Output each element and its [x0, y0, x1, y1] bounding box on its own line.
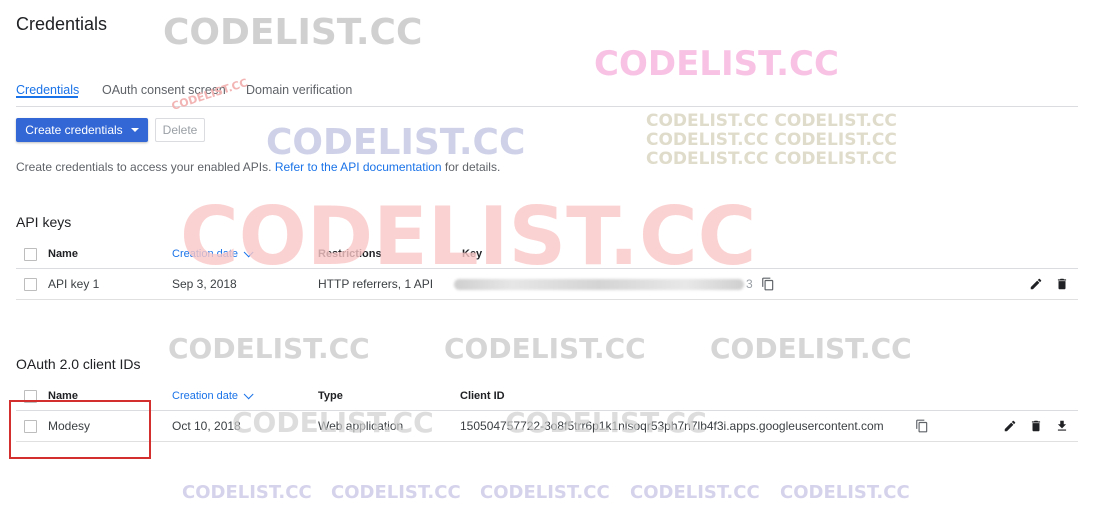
api-keys-header-row: Name Creation date Restrictions Key: [16, 240, 1078, 269]
column-header-client-id[interactable]: Client ID: [460, 382, 505, 410]
api-key-visible-fragment: 3: [746, 277, 753, 291]
tab-domain-verification[interactable]: Domain verification: [246, 83, 352, 97]
select-all-api-keys-checkbox[interactable]: [24, 247, 37, 261]
oauth-client-ids-table: Name Creation date Type Client ID Modesy…: [16, 382, 1078, 442]
watermark: CODELIST.CC: [444, 332, 646, 365]
watermark: CODELIST.CC: [594, 44, 839, 84]
copy-icon[interactable]: [760, 276, 776, 292]
api-keys-table: Name Creation date Restrictions Key API …: [16, 240, 1078, 300]
row-checkbox[interactable]: [24, 277, 37, 291]
help-prefix: Create credentials to access your enable…: [16, 160, 275, 174]
watermark: CODELIST.CC: [163, 12, 423, 53]
page-title: Credentials: [16, 14, 108, 34]
trash-icon[interactable]: [1054, 276, 1070, 292]
table-row: Modesy Oct 10, 2018 Web application 1505…: [16, 411, 1078, 442]
oauth-header-row: Name Creation date Type Client ID: [16, 382, 1078, 411]
oauth-client-id: 150504757722-3o8f5trr6p1k1nlsoqr53ph7n7l…: [460, 419, 884, 433]
watermark: CODELIST.CC: [266, 122, 526, 163]
watermark: CODELIST.CC: [331, 482, 461, 503]
table-row: API key 1 Sep 3, 2018 HTTP referrers, 1 …: [16, 269, 1078, 300]
watermark: CODELIST.CC CODELIST.CC: [646, 111, 897, 131]
api-keys-title: API keys: [16, 214, 72, 230]
column-header-restrictions[interactable]: Restrictions: [318, 240, 382, 268]
watermark: CODELIST.CC CODELIST.CC: [646, 149, 897, 169]
watermark: CODELIST.CC CODELIST.CC: [646, 130, 897, 150]
tab-credentials[interactable]: Credentials: [16, 83, 80, 98]
dropdown-caret-icon: [130, 128, 139, 132]
oauth-client-ids-title: OAuth 2.0 client IDs: [16, 356, 141, 372]
copy-icon[interactable]: [914, 418, 930, 434]
download-icon[interactable]: [1054, 418, 1070, 434]
column-header-key[interactable]: Key: [462, 240, 482, 268]
chevron-down-icon: [243, 246, 254, 257]
pencil-icon[interactable]: [1028, 276, 1044, 292]
watermark: CODELIST.CC: [780, 482, 910, 503]
api-key-restrictions: HTTP referrers, 1 API: [318, 277, 434, 291]
column-header-creation-date[interactable]: Creation date: [172, 240, 254, 268]
api-documentation-link[interactable]: Refer to the API documentation: [275, 160, 442, 174]
create-credentials-label: Create credentials: [25, 123, 123, 137]
pencil-icon[interactable]: [1002, 418, 1018, 434]
watermark: CODELIST.CC: [630, 482, 760, 503]
help-text: Create credentials to access your enable…: [16, 160, 500, 174]
api-key-creation-date: Sep 3, 2018: [172, 277, 237, 291]
tab-credentials-label: Credentials: [16, 83, 80, 97]
active-tab-indicator: [16, 96, 78, 98]
oauth-creation-date: Oct 10, 2018: [172, 419, 241, 433]
watermark: CODELIST.CC: [168, 332, 370, 365]
trash-icon[interactable]: [1028, 418, 1044, 434]
creation-date-label: Creation date: [172, 248, 239, 260]
redacted-key: [454, 278, 744, 290]
watermark: CODELIST.CC: [710, 332, 912, 365]
tab-oauth-consent-screen[interactable]: OAuth consent screen: [102, 83, 226, 97]
column-header-creation-date[interactable]: Creation date: [172, 382, 254, 410]
create-credentials-button[interactable]: Create credentials: [16, 118, 148, 142]
watermark: CODELIST.CC: [182, 482, 312, 503]
api-key-name[interactable]: API key 1: [48, 269, 99, 299]
oauth-type: Web application: [318, 419, 404, 433]
help-suffix: for details.: [441, 160, 501, 174]
column-header-type[interactable]: Type: [318, 382, 343, 410]
tab-domain-label: Domain verification: [246, 83, 353, 97]
creation-date-label: Creation date: [172, 390, 239, 402]
column-header-name[interactable]: Name: [48, 240, 78, 268]
delete-button[interactable]: Delete: [155, 118, 205, 142]
chevron-down-icon: [243, 388, 254, 399]
api-key-value: 3: [454, 269, 753, 299]
tab-bar: Credentials OAuth consent screen Domain …: [16, 80, 1078, 107]
highlight-box: [9, 400, 151, 459]
watermark: CODELIST.CC: [480, 482, 610, 503]
tab-oauth-label: OAuth consent screen: [102, 83, 226, 97]
